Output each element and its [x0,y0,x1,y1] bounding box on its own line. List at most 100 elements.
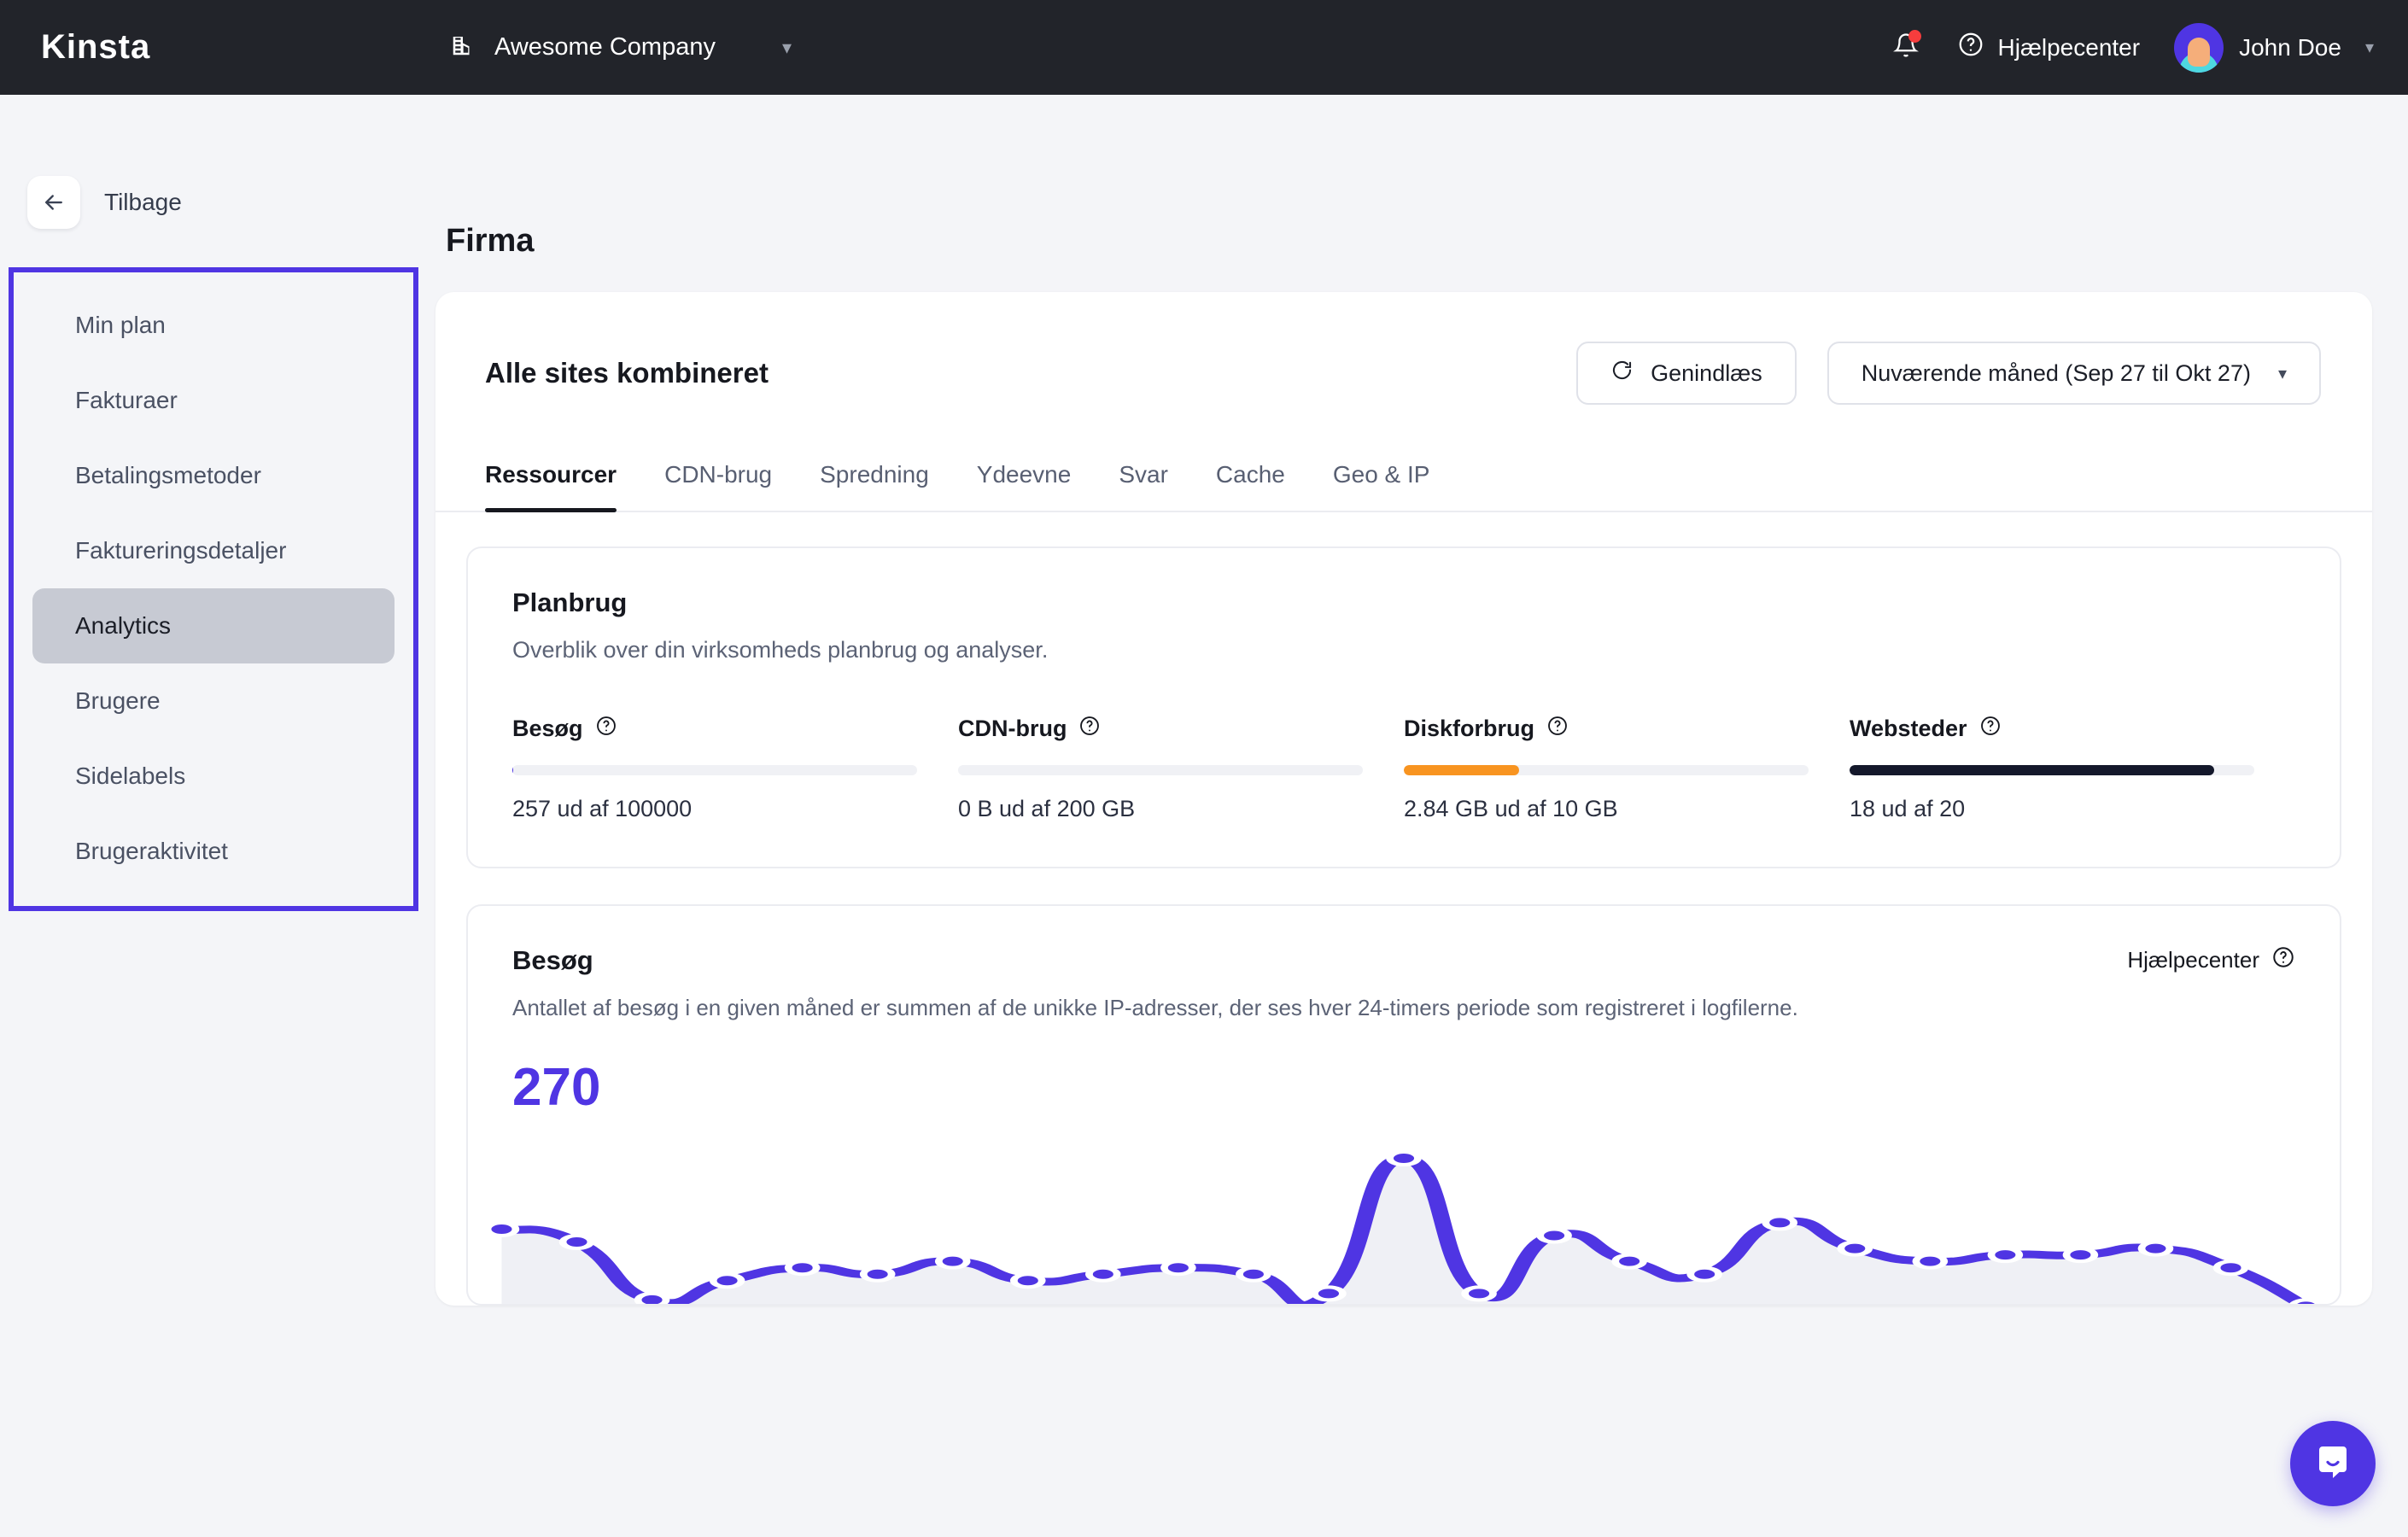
tab-geo-ip[interactable]: Geo & IP [1333,461,1459,511]
sidebar-item-brugere[interactable]: Brugere [32,663,395,739]
metric-value: 0 B ud af 200 GB [958,796,1136,821]
visits-header: Besøg Hjælpecenter [468,945,2340,976]
top-navigation-bar: Kinsta Awesome Company ▾ Hjælpecenter Jo… [0,0,2408,95]
metric-progress-fill [1404,765,1519,775]
tab-bar: Ressourcer CDN-brug Spredning Ydeevne Svar Ca… [435,405,2372,512]
metric-label-text: Websteder [1850,716,1967,741]
tab-cdn-brug[interactable]: CDN-brug [664,461,801,511]
chart-point[interactable] [2212,1259,2249,1277]
sidebar-item-brugeraktivitet[interactable]: Brugeraktivitet [32,814,395,889]
question-circle-icon[interactable] [1979,715,2002,743]
chart-point[interactable] [784,1259,821,1277]
question-circle-icon[interactable] [1546,715,1569,743]
building-icon [450,32,476,62]
chart-point[interactable] [1009,1272,1046,1289]
back-button[interactable]: Tilbage [0,95,435,229]
sidebar-item-label: Sidelabels [75,763,186,789]
analytics-card: Alle sites kombineret Genindlæs Nuværend… [435,292,2372,1306]
tab-ressourcer[interactable]: Ressourcer [485,461,646,512]
card-title: Alle sites kombineret [485,357,769,389]
avatar-face [2188,37,2211,67]
chart-point[interactable] [709,1272,745,1289]
sidebar-item-sidelabels[interactable]: Sidelabels [32,739,395,814]
kinsta-logo[interactable]: Kinsta [41,28,150,67]
reload-label: Genindlæs [1651,359,1762,386]
sidebar-item-label: Faktureringsdetaljer [75,537,287,564]
question-circle-icon[interactable] [1078,715,1101,743]
chart-area-fill [501,1158,2302,1304]
sidebar-item-analytics[interactable]: Analytics [32,588,395,663]
reload-button[interactable]: Genindlæs [1576,342,1797,405]
chart-point[interactable] [558,1234,595,1251]
metric-label-text: CDN-brug [958,716,1067,741]
visits-description: Antallet af besøg i en given måned er su… [512,995,1798,1020]
sidebar-item-label: Betalingsmetoder [75,462,261,488]
chart-point[interactable] [859,1265,896,1283]
metric-diskforbrug: Diskforbrug 2.84 GB ud af 10 GB [1404,715,1850,822]
chart-point[interactable] [483,1220,520,1237]
sidebar-nav: Min plan Fakturaer Betalingsmetoder Fakture… [9,267,418,911]
intercom-chat-button[interactable] [2290,1421,2376,1506]
metric-label-text: Diskforbrug [1404,716,1535,741]
page-title: Firma [446,223,535,259]
visits-help-label: Hjælpecenter [2127,947,2259,973]
question-circle-icon [2271,945,2295,975]
question-circle-icon[interactable] [595,715,617,743]
chart-point[interactable] [2062,1247,2099,1264]
company-name: Awesome Company [494,33,716,61]
help-center-label: Hjælpecenter [1997,33,2141,61]
sidebar-item-fakturaer[interactable]: Fakturaer [32,363,395,438]
chart-point[interactable] [2288,1298,2323,1306]
chart-point[interactable] [1236,1265,1271,1283]
chart-point[interactable] [1386,1150,1422,1167]
chart-point[interactable] [2137,1240,2174,1257]
tab-ydeevne[interactable]: Ydeevne [977,461,1101,511]
chart-point[interactable] [1084,1265,1121,1283]
chart-point[interactable] [1461,1285,1497,1302]
period-selector[interactable]: Nuværende måned (Sep 27 til Okt 27) ▾ [1826,342,2321,405]
metric-value: 2.84 GB ud af 10 GB [1404,796,1618,821]
chart-point[interactable] [634,1291,670,1306]
sidebar-item-label: Brugere [75,687,161,714]
sidebar-item-betalingsmetoder[interactable]: Betalingsmetoder [32,438,395,513]
chart-point[interactable] [1311,1285,1347,1302]
refresh-icon [1610,359,1634,388]
chat-bubble-icon [2312,1441,2353,1487]
metric-label-text: Besøg [512,716,583,741]
chart-point[interactable] [1686,1265,1723,1283]
chart-point[interactable] [1160,1259,1196,1277]
chart-point[interactable] [1536,1227,1572,1244]
sidebar-item-label: Analytics [75,612,172,639]
tab-cache[interactable]: Cache [1216,461,1314,511]
visits-help-link[interactable]: Hjælpecenter [2127,945,2295,975]
back-label: Tilbage [104,189,182,215]
metric-progress-bar [1850,765,2254,775]
tab-svar[interactable]: Svar [1119,461,1197,511]
metric-progress-bar [958,765,1363,775]
chart-point[interactable] [1987,1247,2024,1264]
chart-point[interactable] [1611,1253,1647,1270]
help-center-link[interactable]: Hjælpecenter [1957,31,2141,64]
sidebar-item-faktureringsdetaljer[interactable]: Faktureringsdetaljer [32,513,395,588]
tab-spredning[interactable]: Spredning [820,461,958,511]
chart-point[interactable] [1912,1253,1949,1270]
metric-label: Besøg [512,715,917,743]
plan-usage-subtitle: Overblik over din virksomheds planbrug o… [512,637,1049,663]
metric-value: 257 ud af 100000 [512,796,693,821]
metric-label: Diskforbrug [1404,715,1809,743]
user-menu[interactable]: John Doe ▾ [2174,22,2374,73]
metric-label: Websteder [1850,715,2254,743]
sidebar-item-min-plan[interactable]: Min plan [32,288,395,363]
visits-total: 270 [512,1058,601,1117]
chart-point[interactable] [1762,1214,1798,1231]
metric-progress-fill [1850,765,2214,775]
chart-point[interactable] [1837,1240,1873,1257]
plan-usage-title: Planbrug [512,587,628,617]
visits-title: Besøg [512,945,593,975]
metric-value: 18 ud af 20 [1850,796,1966,821]
chart-point[interactable] [934,1253,971,1270]
company-selector[interactable]: Awesome Company ▾ [450,32,792,62]
arrow-left-icon [27,176,80,229]
notifications-button[interactable] [1889,28,1923,67]
question-circle-icon [1957,31,1984,64]
